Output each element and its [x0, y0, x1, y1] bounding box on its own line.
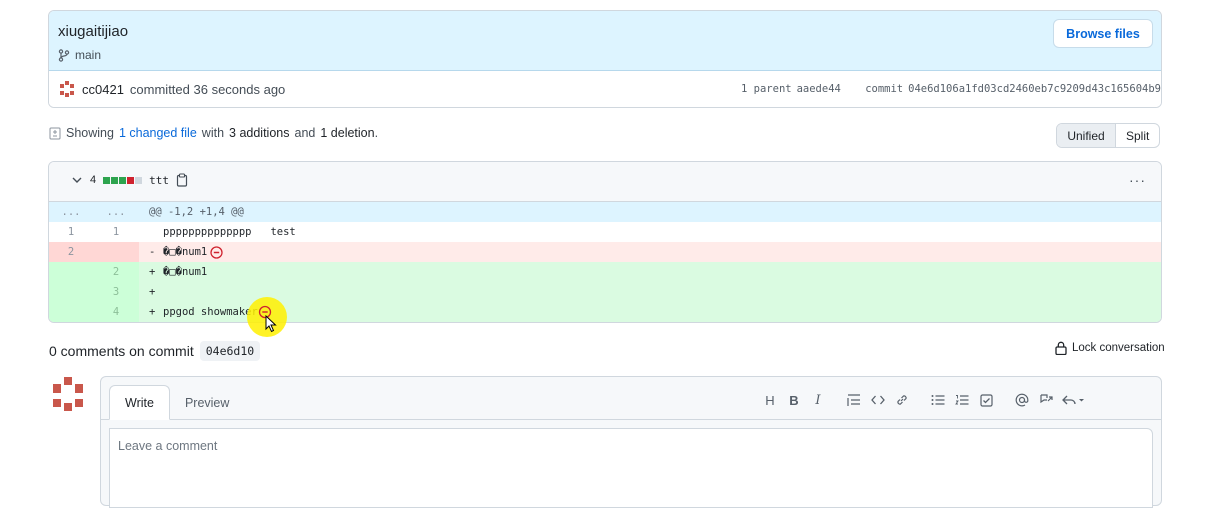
- reply-icon[interactable]: [1058, 390, 1088, 410]
- line-sign: +: [149, 266, 156, 278]
- diff-stat-bar: [103, 176, 143, 184]
- hunk-header: ... ... @@ -1,2 +1,4 @@: [49, 202, 1161, 222]
- tab-preview[interactable]: Preview: [170, 385, 244, 420]
- line-content: �□�num1: [163, 266, 208, 278]
- line-sign: +: [149, 286, 156, 298]
- expand-down[interactable]: ...: [93, 202, 139, 222]
- file-diff: 4 ttt ··· ... ... @@ -1,2 +1,4 @@ 1 1 pp…: [48, 161, 1162, 323]
- new-line-number[interactable]: 1: [93, 222, 139, 242]
- diff-line-deletion: 2 - �□�num1: [49, 242, 1161, 262]
- old-line-number[interactable]: 1: [49, 222, 93, 242]
- branch-name: main: [75, 48, 102, 62]
- old-line-number[interactable]: [49, 302, 93, 322]
- branch-label[interactable]: main: [58, 48, 101, 62]
- line-sign: [149, 222, 163, 242]
- period: .: [374, 126, 379, 140]
- parent-sha[interactable]: aaede44: [797, 83, 841, 95]
- comments-heading: 0 comments on commit 04e6d10: [49, 341, 261, 361]
- and-text: and: [294, 126, 316, 140]
- italic-button[interactable]: I: [806, 390, 830, 410]
- lock-label: Lock conversation: [1072, 342, 1165, 354]
- line-sign: +: [149, 306, 156, 318]
- new-line-number[interactable]: 3: [93, 282, 139, 302]
- bold-button[interactable]: B: [782, 390, 806, 410]
- split-button[interactable]: Split: [1116, 124, 1159, 147]
- comments-count: 0 comments on commit: [49, 343, 194, 359]
- commit-sha: 04e6d106a1fd03cd2460eb7c9209d43c165604b9: [908, 83, 1161, 95]
- commit-author-bar: cc0421 committed 36 seconds ago 1 parent…: [49, 71, 1161, 107]
- file-name[interactable]: ttt: [149, 174, 169, 187]
- change-count: 4: [90, 174, 97, 186]
- author-avatar[interactable]: [58, 80, 76, 98]
- git-branch-icon: [58, 48, 70, 62]
- file-options-button[interactable]: ···: [1129, 172, 1146, 188]
- additions-count: 3 additions: [229, 126, 290, 140]
- browse-files-button[interactable]: Browse files: [1053, 19, 1153, 48]
- unordered-list-icon[interactable]: [926, 390, 950, 410]
- link-icon[interactable]: [890, 390, 914, 410]
- diff-summary: Showing 1 changed file with 3 additions …: [49, 126, 378, 140]
- comment-editor: Write Preview H B I Leave a comment: [100, 376, 1162, 508]
- new-line-number[interactable]: 4: [93, 302, 139, 322]
- expand-up[interactable]: ...: [49, 202, 93, 222]
- mention-icon[interactable]: [1010, 390, 1034, 410]
- commit-title-bar: xiugaitijiao main Browse files: [49, 11, 1161, 71]
- old-line-number[interactable]: 2: [49, 242, 93, 262]
- diff-line-addition: 3 +: [49, 282, 1161, 302]
- new-line-number[interactable]: 2: [93, 262, 139, 282]
- markdown-toolbar: H B I: [758, 390, 1088, 410]
- lock-icon: [1055, 341, 1067, 355]
- tab-write[interactable]: Write: [109, 385, 170, 420]
- task-list-icon[interactable]: [974, 390, 998, 410]
- old-line-number[interactable]: [49, 282, 93, 302]
- comment-textarea[interactable]: Leave a comment: [109, 428, 1153, 508]
- copy-path-icon[interactable]: [176, 173, 188, 187]
- line-content: pppppppppppppp test: [163, 226, 296, 238]
- file-header: 4 ttt ···: [49, 162, 1161, 202]
- diff-line-addition: 2 + �□�num1: [49, 262, 1161, 282]
- line-sign: -: [149, 246, 156, 258]
- mouse-pointer-icon: [265, 315, 277, 333]
- changed-files-link[interactable]: 1 changed file: [119, 126, 197, 140]
- author-name[interactable]: cc0421: [82, 82, 124, 97]
- user-avatar[interactable]: [50, 376, 86, 412]
- line-content: �□�num1: [163, 246, 208, 258]
- hunk-range: @@ -1,2 +1,4 @@: [149, 206, 244, 218]
- deletions-count: 1 deletion: [320, 126, 375, 140]
- with-text: with: [201, 126, 225, 140]
- code-icon[interactable]: [866, 390, 890, 410]
- diff-line: 1 1 pppppppppppppp test: [49, 222, 1161, 242]
- commit-title: xiugaitijiao: [58, 23, 129, 40]
- cross-reference-icon[interactable]: [1034, 390, 1058, 410]
- diff-view-toggle: Unified Split: [1056, 123, 1161, 148]
- file-diff-icon: [49, 127, 61, 139]
- diff-line-addition: 4 + ppgod showmaker: [49, 302, 1161, 322]
- unified-button[interactable]: Unified: [1057, 124, 1116, 147]
- commit-short-sha: 04e6d10: [199, 341, 261, 361]
- quote-icon[interactable]: [842, 390, 866, 410]
- heading-button[interactable]: H: [758, 390, 782, 410]
- parent-label: 1 parent: [741, 83, 792, 95]
- commit-time: committed 36 seconds ago: [129, 81, 286, 97]
- commit-header: xiugaitijiao main Browse files cc0421 co…: [48, 10, 1162, 108]
- minus-circle-icon: [210, 245, 223, 259]
- old-line-number[interactable]: [49, 262, 93, 282]
- commit-label: commit: [865, 83, 904, 95]
- chevron-down-icon[interactable]: [71, 174, 83, 186]
- ordered-list-icon[interactable]: [950, 390, 974, 410]
- line-content: ppgod showmaker: [163, 306, 258, 318]
- showing-text: Showing: [66, 126, 114, 140]
- new-line-number[interactable]: [93, 242, 139, 262]
- commit-meta: 1 parent aaede44 commit 04e6d106a1fd03cd24…: [723, 83, 1161, 95]
- lock-conversation-button[interactable]: Lock conversation: [1055, 341, 1165, 355]
